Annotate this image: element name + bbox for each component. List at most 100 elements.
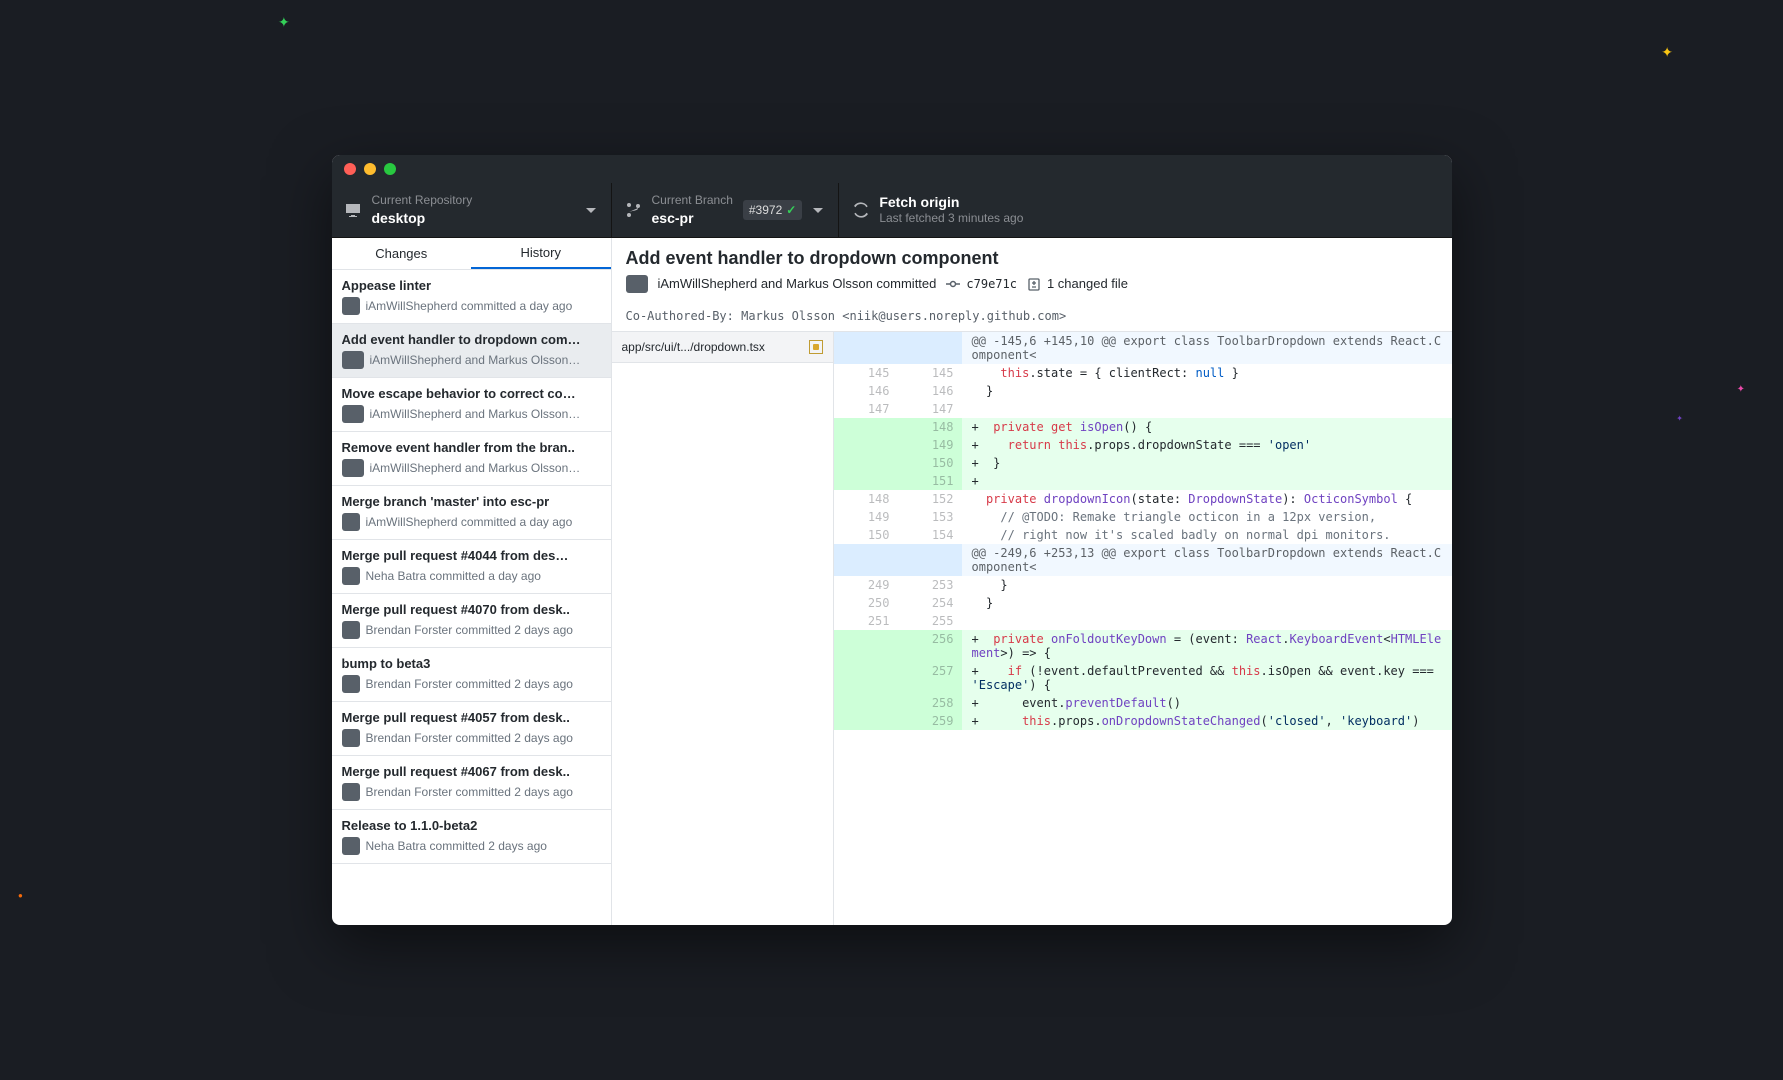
dot-icon: ● — [18, 891, 23, 900]
diff-line: 258+ event.preventDefault() — [834, 694, 1452, 712]
commit-sha: c79e71c — [966, 277, 1017, 291]
commit-item[interactable]: Merge pull request #4070 from desk.. Bren… — [332, 594, 611, 648]
avatar — [342, 513, 360, 531]
diff-line: 259+ this.props.onDropdownStateChanged('… — [834, 712, 1452, 730]
diff-line: 147147 — [834, 400, 1452, 418]
chevron-down-icon — [812, 204, 824, 216]
file-item[interactable]: app/src/ui/t.../dropdown.tsx — [612, 332, 833, 363]
avatar — [342, 297, 360, 315]
fetch-title: Fetch origin — [879, 193, 1023, 211]
monitor-icon — [346, 202, 362, 218]
commit-item[interactable]: Release to 1.1.0-beta2Neha Batra committ… — [332, 810, 611, 864]
git-branch-icon — [626, 202, 642, 218]
commit-item[interactable]: Remove event handler from the bran.. iAmW… — [332, 432, 611, 486]
commit-item-title: Merge branch 'master' into esc-pr — [342, 494, 601, 509]
commit-list[interactable]: Appease linter iAmWillShepherd committed … — [332, 270, 611, 925]
commit-item[interactable]: Merge branch 'master' into esc-pr iAmWill… — [332, 486, 611, 540]
commit-item-meta: Brendan Forster committed 2 days ago — [342, 783, 601, 801]
avatar — [342, 675, 360, 693]
diff-line: 145145 this.state = { clientRect: null } — [834, 364, 1452, 382]
sparkle-icon: ✦ — [1737, 384, 1745, 395]
commit-authors: iAmWillShepherd and Markus Olsson commit… — [658, 276, 937, 291]
file-path: app/src/ui/t.../dropdown.tsx — [622, 340, 803, 354]
commit-item[interactable]: Merge pull request #4067 from desk.. Bren… — [332, 756, 611, 810]
commit-icon — [946, 277, 960, 291]
avatar — [342, 837, 360, 855]
diff-line: 256+ private onFoldoutKeyDown = (event: … — [834, 630, 1452, 662]
tab-history[interactable]: History — [471, 238, 611, 269]
sparkle-icon: ✦ — [278, 14, 290, 31]
branch-name: esc-pr — [652, 209, 733, 227]
commit-item-title: Add event handler to dropdown com… — [342, 332, 601, 347]
diff-line: 257+ if (!event.defaultPrevented && this… — [834, 662, 1452, 694]
commit-item[interactable]: Merge pull request #4057 from desk.. Bren… — [332, 702, 611, 756]
check-icon: ✓ — [786, 203, 796, 217]
fetch-subtitle: Last fetched 3 minutes ago — [879, 211, 1023, 227]
titlebar — [332, 155, 1452, 183]
avatar — [342, 351, 364, 369]
pr-number: #3972 — [749, 203, 782, 217]
toolbar: Current Repository desktop Current Branc… — [332, 183, 1452, 238]
commit-item[interactable]: Add event handler to dropdown com… iAmWil… — [332, 324, 611, 378]
avatar — [342, 729, 360, 747]
diff-line: 150154 // right now it's scaled badly on… — [834, 526, 1452, 544]
diff-line: 149+ return this.props.dropdownState ===… — [834, 436, 1452, 454]
diff-line: 148+ private get isOpen() { — [834, 418, 1452, 436]
commit-header: Add event handler to dropdown component … — [612, 238, 1452, 301]
commit-item[interactable]: bump to beta3Brendan Forster committed 2… — [332, 648, 611, 702]
commit-item-meta: iAmWillShepherd and Markus Olsson… — [342, 351, 601, 369]
commit-item-meta: Neha Batra committed a day ago — [342, 567, 601, 585]
commit-title: Add event handler to dropdown component — [626, 248, 1438, 269]
chevron-down-icon — [585, 204, 597, 216]
sparkle-icon: ✦ — [1661, 44, 1673, 61]
commit-item-meta: Neha Batra committed 2 days ago — [342, 837, 601, 855]
commit-item-title: Merge pull request #4070 from desk.. — [342, 602, 601, 617]
commit-item-meta: iAmWillShepherd committed a day ago — [342, 513, 601, 531]
changed-files: 1 changed file — [1047, 276, 1128, 291]
commit-message: Co-Authored-By: Markus Olsson <niik@user… — [612, 301, 1452, 332]
commit-item[interactable]: Appease linter iAmWillShepherd committed … — [332, 270, 611, 324]
commit-item-title: bump to beta3 — [342, 656, 601, 671]
commit-item-meta: iAmWillShepherd committed a day ago — [342, 297, 601, 315]
branch-label: Current Branch — [652, 193, 733, 209]
diff-line: 149153 // @TODO: Remake triangle octicon… — [834, 508, 1452, 526]
fetch-button[interactable]: Fetch origin Last fetched 3 minutes ago — [839, 183, 1037, 237]
commit-item-meta: iAmWillShepherd and Markus Olsson… — [342, 459, 601, 477]
sparkle-icon: ✦ — [1676, 414, 1683, 423]
close-window-button[interactable] — [344, 163, 356, 175]
commit-item-meta: Brendan Forster committed 2 days ago — [342, 621, 601, 639]
modified-icon — [809, 340, 823, 354]
diff-view[interactable]: @@ -145,6 +145,10 @@ export class Toolba… — [834, 332, 1452, 925]
avatar — [626, 275, 648, 293]
commit-item-meta: Brendan Forster committed 2 days ago — [342, 729, 601, 747]
zoom-window-button[interactable] — [384, 163, 396, 175]
diff-line: 146146 } — [834, 382, 1452, 400]
diff-line: 250254 } — [834, 594, 1452, 612]
commit-item-title: Move escape behavior to correct co… — [342, 386, 601, 401]
sidebar: Changes History Appease linter iAmWillShe… — [332, 238, 612, 925]
commit-item-meta: iAmWillShepherd and Markus Olsson… — [342, 405, 601, 423]
avatar — [342, 459, 364, 477]
branch-selector[interactable]: Current Branch esc-pr #3972 ✓ — [612, 183, 840, 237]
avatar — [342, 567, 360, 585]
commit-item-title: Merge pull request #4067 from desk.. — [342, 764, 601, 779]
avatar — [342, 783, 360, 801]
tab-changes[interactable]: Changes — [332, 238, 472, 269]
diff-line: 150+ } — [834, 454, 1452, 472]
commit-item-title: Appease linter — [342, 278, 601, 293]
commit-item-title: Merge pull request #4044 from des… — [342, 548, 601, 563]
diff-line: 151+ — [834, 472, 1452, 490]
commit-item-title: Remove event handler from the bran.. — [342, 440, 601, 455]
repository-selector[interactable]: Current Repository desktop — [332, 183, 612, 237]
minimize-window-button[interactable] — [364, 163, 376, 175]
diff-icon — [1027, 277, 1041, 291]
commit-item[interactable]: Move escape behavior to correct co… iAmWi… — [332, 378, 611, 432]
diff-line: 251255 — [834, 612, 1452, 630]
commit-item-title: Merge pull request #4057 from desk.. — [342, 710, 601, 725]
diff-line: @@ -249,6 +253,13 @@ export class Toolba… — [834, 544, 1452, 576]
commit-item[interactable]: Merge pull request #4044 from des… Neha B… — [332, 540, 611, 594]
diff-line: @@ -145,6 +145,10 @@ export class Toolba… — [834, 332, 1452, 364]
changed-files-list: app/src/ui/t.../dropdown.tsx — [612, 332, 834, 925]
pr-badge[interactable]: #3972 ✓ — [743, 200, 802, 220]
app-window: Current Repository desktop Current Branc… — [332, 155, 1452, 925]
